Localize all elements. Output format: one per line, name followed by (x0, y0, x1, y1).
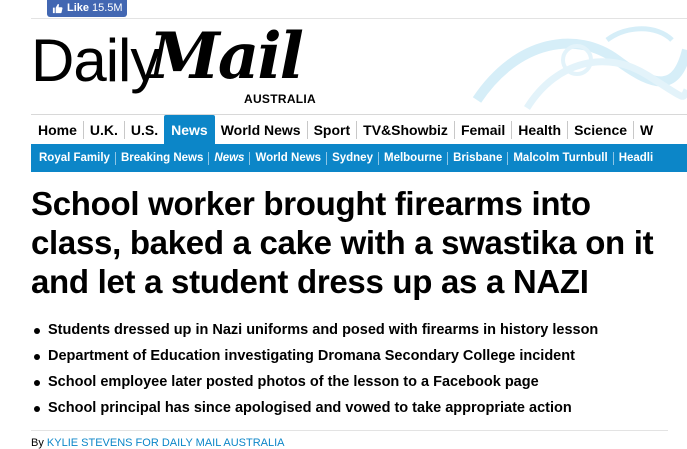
article-summary-bullets: Students dressed up in Nazi uniforms and… (31, 317, 671, 421)
summary-bullet: Students dressed up in Nazi uniforms and… (31, 317, 671, 343)
nav-item-home[interactable]: Home (31, 121, 83, 139)
summary-bullet: Department of Education investigating Dr… (31, 343, 671, 369)
subnav-item-brisbane[interactable]: Brisbane (447, 151, 507, 165)
edition-label: AUSTRALIA (244, 92, 317, 106)
nav-item-news[interactable]: News (164, 115, 215, 145)
subnav-item-sydney[interactable]: Sydney (326, 151, 378, 165)
nav-item-tv-showbiz[interactable]: TV&Showbiz (356, 121, 454, 139)
summary-bullet: School principal has since apologised an… (31, 395, 671, 421)
byline-prefix: By (31, 437, 44, 449)
decorative-swirl (472, 26, 687, 110)
facebook-like-button[interactable]: Like 15.5M (47, 0, 127, 17)
secondary-nav: Royal Family Breaking News News World Ne… (31, 144, 687, 172)
nav-item-world-news[interactable]: World News (215, 121, 307, 139)
primary-nav: Home U.K. U.S. News World News Sport TV&… (31, 114, 687, 145)
subnav-item-melbourne[interactable]: Melbourne (377, 151, 447, 165)
article-headline: School worker brought firearms into clas… (31, 185, 654, 300)
subnav-item-news[interactable]: News (208, 151, 249, 165)
nav-item-sport[interactable]: Sport (306, 121, 357, 139)
daily-mail-logo[interactable]: Daily Mail AUSTRALIA (31, 20, 331, 116)
like-count: 15.5M (92, 2, 123, 14)
subnav-item-world-news[interactable]: World News (249, 151, 326, 165)
summary-bullet: School employee later posted photos of t… (31, 369, 671, 395)
logo-mail-text: Mail (149, 19, 304, 94)
subnav-item-malcolm-turnbull[interactable]: Malcolm Turnbull (507, 151, 612, 165)
thumbs-up-icon (52, 4, 63, 14)
byline-author-link[interactable]: KYLIE STEVENS FOR DAILY MAIL AUSTRALIA (47, 437, 285, 449)
subnav-item-truncated[interactable]: Headli (612, 151, 659, 165)
subnav-item-royal-family[interactable]: Royal Family (31, 152, 115, 165)
nav-item-us[interactable]: U.S. (123, 121, 164, 139)
nav-item-truncated[interactable]: W (633, 121, 659, 139)
nav-item-science[interactable]: Science (567, 121, 633, 139)
logo-daily-text: Daily (31, 27, 160, 94)
subnav-item-breaking-news[interactable]: Breaking News (114, 151, 208, 165)
nav-item-femail[interactable]: Femail (453, 121, 511, 139)
article-byline: By KYLIE STEVENS FOR DAILY MAIL AUSTRALI… (31, 437, 285, 449)
like-label: Like (67, 2, 90, 14)
header-divider (31, 18, 687, 19)
byline-divider (31, 430, 668, 431)
nav-item-health[interactable]: Health (511, 121, 567, 139)
nav-item-uk[interactable]: U.K. (82, 121, 124, 139)
